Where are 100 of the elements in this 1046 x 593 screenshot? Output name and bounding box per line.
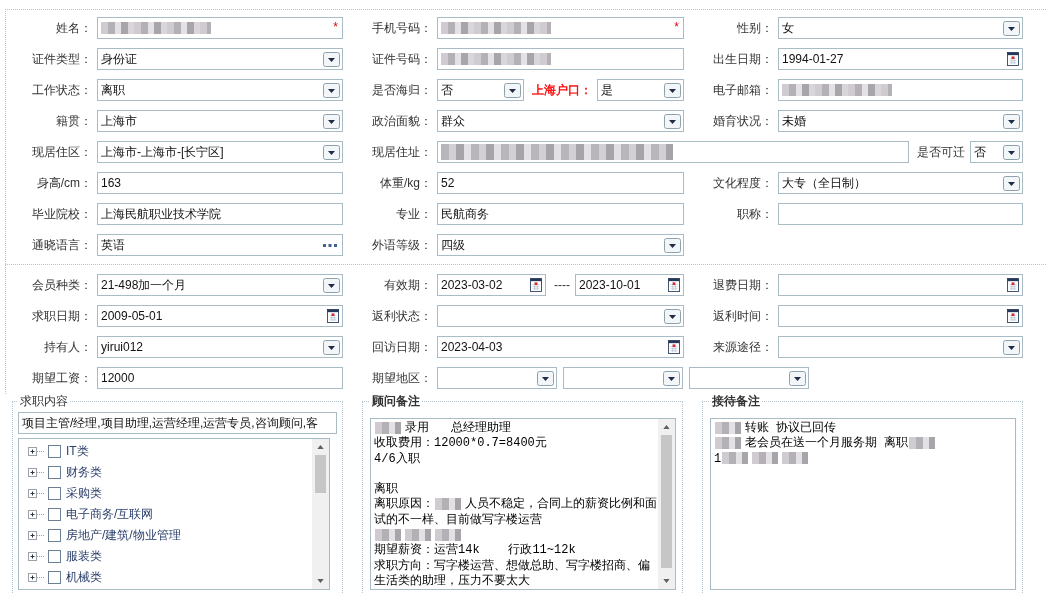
calendar-icon[interactable] (1007, 309, 1019, 323)
checkbox[interactable] (48, 466, 61, 479)
checkbox[interactable] (48, 529, 61, 542)
date-field[interactable]: 2023-04-03 (437, 336, 684, 358)
calendar-icon[interactable] (327, 309, 339, 323)
text-field[interactable]: * (97, 17, 343, 39)
scroll-up-icon[interactable] (663, 425, 670, 429)
text-field[interactable]: 项目主管/经理,项目助理,运营经理,运营专员,咨询顾问,客 (18, 412, 337, 434)
field-label: 体重/kg： (379, 174, 432, 192)
text-field[interactable] (437, 48, 684, 70)
calendar-icon[interactable] (668, 278, 680, 292)
text-field[interactable]: 52 (437, 172, 684, 194)
checkbox[interactable] (48, 571, 61, 584)
dropdown[interactable]: 未婚 (778, 110, 1023, 132)
checkbox[interactable] (48, 508, 61, 521)
scrollbar-thumb[interactable] (315, 455, 326, 493)
dropdown[interactable]: 女 (778, 17, 1023, 39)
note-text: 1 (714, 451, 722, 466)
calendar-icon[interactable] (1007, 278, 1019, 292)
field-label: 返利状态： (371, 307, 432, 325)
text-field[interactable]: 民航商务 (437, 203, 684, 225)
text-field[interactable]: 163 (97, 172, 343, 194)
dropdown[interactable]: 上海市-上海市-[长宁区] (97, 141, 343, 163)
dropdown[interactable]: 离职 (97, 79, 343, 101)
text-field[interactable] (778, 79, 1023, 101)
field-label: 通晓语言： (31, 236, 92, 254)
scroll-down-icon[interactable] (317, 579, 324, 583)
expand-icon[interactable] (28, 510, 44, 519)
note-text: 录用 总经理助理 (405, 421, 511, 435)
blurred-text (909, 437, 936, 450)
note-text: 求职方向：写字楼运营、想做总助、写字楼招商、偏 (374, 558, 650, 573)
date-field[interactable]: 1994-01-27 (778, 48, 1023, 70)
category-label[interactable]: IT类 (66, 443, 89, 460)
expand-icon[interactable] (28, 468, 44, 477)
field-label: 毕业院校： (31, 205, 92, 223)
blurred-text (435, 528, 461, 541)
notes-textarea[interactable]: 录用 总经理助理 收取费用：12000*0.7=8400元 4/6入职 离职 离职原因： 人员不稳定，合同上的薪资比例和面 试的不一样、目前做写字楼运营 期望薪资：运营14k 行政11~12k 求职方向：写字楼运营、想做总助、写字楼招商、偏 生活类的助理，压力不要太大 (370, 418, 676, 590)
text-field[interactable] (437, 141, 909, 163)
picker-field[interactable]: 英语 (97, 234, 343, 256)
scrollbar[interactable] (658, 419, 675, 589)
note-text: 期望薪资：运营14k 行政11~12k (374, 543, 576, 558)
dropdown[interactable]: 上海市 (97, 110, 343, 132)
dropdown[interactable]: 群众 (437, 110, 684, 132)
note-text: 老会员在送一个月服务期 离职 (745, 436, 909, 451)
checkbox[interactable] (48, 550, 61, 563)
field-label: 期望工资： (31, 369, 92, 387)
category-label[interactable]: 机械类 (66, 569, 102, 586)
category-label[interactable]: 电子商务/互联网 (66, 506, 154, 523)
date-field[interactable]: 2023-10-01 (575, 274, 684, 296)
category-label[interactable]: 财务类 (66, 464, 102, 481)
dropdown[interactable]: 21-498加一个月 (97, 274, 343, 296)
more-icon[interactable] (323, 243, 337, 247)
field-label: 籍贯： (55, 112, 92, 130)
checkbox[interactable] (48, 445, 61, 458)
dropdown[interactable]: 四级 (437, 234, 684, 256)
dropdown[interactable]: yirui012 (97, 336, 343, 358)
note-text: 人员不稳定，合同上的薪资比例和面 (465, 497, 657, 512)
panel-title: 接待备注 (711, 394, 761, 408)
date-field[interactable] (778, 274, 1023, 296)
field-label: ---- (553, 278, 571, 292)
scroll-up-icon[interactable] (317, 445, 324, 449)
field-label: 返利时间： (712, 307, 773, 325)
text-field[interactable]: 上海民航职业技术学院 (97, 203, 343, 225)
category-label[interactable]: 房地产/建筑/物业管理 (66, 527, 181, 544)
text-field[interactable]: * (437, 17, 684, 39)
expand-icon[interactable] (28, 531, 44, 540)
dropdown[interactable]: 否 (437, 79, 524, 101)
category-label[interactable]: 服装类 (66, 548, 102, 565)
expand-icon[interactable] (28, 489, 44, 498)
date-field[interactable]: 2009-05-01 (97, 305, 343, 327)
scrollbar[interactable] (312, 439, 329, 589)
calendar-icon[interactable] (1007, 52, 1019, 66)
date-field[interactable]: 2023-03-02 (437, 274, 546, 296)
text-field[interactable]: 12000 (97, 367, 343, 389)
panel-title: 顾问备注 (371, 394, 421, 408)
field-label: 证件类型： (31, 50, 92, 68)
note-text: 试的不一样、目前做写字楼运营 (374, 512, 542, 527)
note-text: 收取费用：12000*0.7=8400元 (374, 436, 547, 451)
dropdown[interactable]: 大专（全日制） (778, 172, 1023, 194)
field-label: 工作状态： (31, 81, 92, 99)
field-label: 期望地区： (371, 369, 432, 387)
expand-icon[interactable] (28, 447, 44, 456)
field-label: 回访日期： (371, 338, 432, 356)
category-label[interactable]: 采购类 (66, 485, 102, 502)
dropdown[interactable]: 否 (969, 141, 1023, 163)
notes-textarea[interactable]: 转账 协议已回传 老会员在送一个月服务期 离职 1 (710, 418, 1016, 590)
calendar-icon[interactable] (530, 278, 542, 292)
blurred-text (715, 437, 741, 450)
calendar-icon[interactable] (668, 340, 680, 354)
checkbox[interactable] (48, 487, 61, 500)
dropdown[interactable]: 是 (597, 79, 684, 101)
field-label: 专业： (395, 205, 432, 223)
expand-icon[interactable] (28, 573, 44, 582)
text-field[interactable] (778, 203, 1023, 225)
date-field[interactable] (778, 305, 1023, 327)
scrollbar-thumb[interactable] (661, 435, 672, 568)
expand-icon[interactable] (28, 552, 44, 561)
field-label: 姓名： (55, 19, 92, 37)
dropdown[interactable]: 身份证 (97, 48, 343, 70)
scroll-down-icon[interactable] (663, 579, 670, 583)
